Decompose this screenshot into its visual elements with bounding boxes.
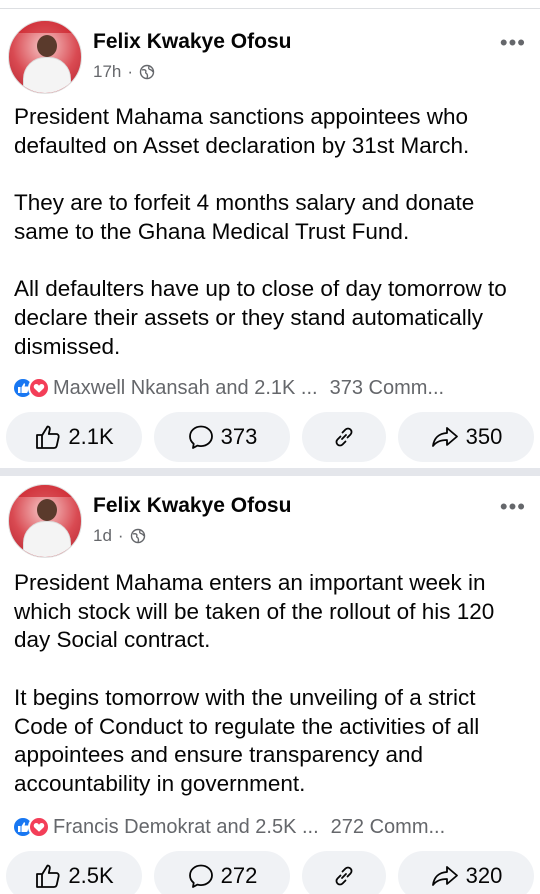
copy-link-button[interactable] (302, 851, 386, 894)
share-arrow-icon (431, 427, 458, 447)
love-reaction-icon (28, 816, 50, 838)
post-text: President Mahama sanctions appointees wh… (14, 103, 526, 361)
post-time[interactable]: 1d (93, 526, 112, 546)
meta-separator: · (117, 526, 124, 545)
reaction-summary-bar[interactable]: Maxwell Nkansah and 2.1K ... 373 Comm... (12, 376, 526, 400)
link-icon (335, 427, 353, 447)
reaction-names[interactable]: Maxwell Nkansah and 2.1K ... (53, 377, 318, 400)
meta-separator: · (127, 62, 134, 81)
post-actions: 2.1K 373 350 (6, 412, 534, 462)
post-meta: 1d · (93, 526, 146, 546)
top-divider (0, 8, 540, 9)
love-reaction-icon (28, 377, 50, 399)
comment-button[interactable]: 373 (154, 412, 290, 462)
author-avatar[interactable] (8, 20, 82, 94)
comment-bubble-icon (188, 425, 213, 449)
post-actions: 2.5K 272 320 (6, 851, 534, 894)
globe-icon (139, 64, 155, 80)
share-count: 320 (465, 863, 503, 888)
share-button[interactable]: 320 (398, 851, 534, 894)
like-count: 2.1K (68, 424, 114, 449)
post-paragraph: They are to forfeit 4 months salary and … (14, 190, 475, 244)
author-name[interactable]: Felix Kwakye Ofosu (93, 494, 291, 518)
post-paragraph: All defaulters have up to close of day t… (14, 276, 507, 359)
link-icon (335, 866, 353, 886)
more-options-icon[interactable]: ••• (500, 32, 526, 54)
comment-count: 272 (220, 863, 258, 888)
comment-button[interactable]: 272 (154, 851, 290, 894)
thumbs-up-icon (36, 864, 61, 888)
reaction-names[interactable]: Francis Demokrat and 2.5K ... (53, 816, 319, 839)
post-text: President Mahama enters an important wee… (14, 569, 526, 799)
thumbs-up-icon (36, 425, 61, 449)
feed-post: Felix Kwakye Ofosu 1d · ••• President Ma… (0, 478, 540, 894)
copy-link-button[interactable] (302, 412, 386, 462)
like-count: 2.5K (68, 863, 114, 888)
like-button[interactable]: 2.5K (6, 851, 142, 894)
post-meta: 17h · (93, 62, 155, 82)
more-options-icon[interactable]: ••• (500, 496, 526, 518)
share-count: 350 (465, 424, 503, 449)
comments-count-summary[interactable]: 373 Comm... (330, 377, 444, 400)
comment-bubble-icon (188, 864, 213, 888)
reaction-summary-bar[interactable]: Francis Demokrat and 2.5K ... 272 Comm..… (12, 815, 526, 839)
comment-count: 373 (220, 424, 258, 449)
globe-icon (130, 528, 145, 544)
like-button[interactable]: 2.1K (6, 412, 142, 462)
feed-post: Felix Kwakye Ofosu 17h · ••• President M… (0, 14, 540, 468)
share-button[interactable]: 350 (398, 412, 534, 462)
post-separator (0, 468, 540, 476)
post-paragraph: President Mahama sanctions appointees wh… (14, 104, 470, 158)
post-paragraph: President Mahama enters an important wee… (14, 570, 495, 653)
author-name[interactable]: Felix Kwakye Ofosu (93, 30, 291, 54)
comments-count-summary[interactable]: 272 Comm... (331, 816, 445, 839)
post-paragraph: It begins tomorrow with the unveiling of… (14, 684, 480, 796)
post-time[interactable]: 17h (93, 62, 121, 82)
share-arrow-icon (431, 866, 458, 886)
author-avatar[interactable] (8, 484, 82, 558)
